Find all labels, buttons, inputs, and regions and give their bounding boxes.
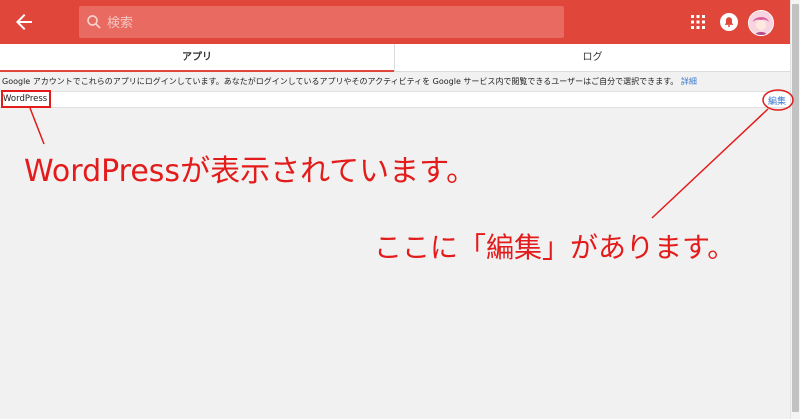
annotation-text: ここに「編集」があります。 [374,231,736,264]
scrollbar-thumb[interactable] [792,4,799,412]
apps-grid-icon[interactable] [688,12,708,32]
annotation-text: WordPressが表示されています。 [24,154,477,189]
list-item[interactable]: WordPress 編集 [0,91,790,108]
search-bar[interactable] [79,6,564,40]
app-header [0,0,790,44]
info-text: Google アカウントでこれらのアプリにログインしています。あなたがログインし… [2,76,788,90]
tab-bar: アプリ ログ [0,44,790,72]
search-input[interactable] [105,6,549,40]
edit-link[interactable]: 編集 [768,94,786,107]
info-description: Google アカウントでこれらのアプリにログインしています。あなたがログインし… [2,77,679,86]
annotation-highlight-box [1,90,51,108]
search-icon [85,13,103,31]
back-arrow-icon[interactable] [12,10,36,34]
user-avatar[interactable] [748,10,774,36]
notification-bell-icon[interactable] [718,11,740,33]
annotation-pointer-line [29,107,45,145]
annotation-pointer-line [651,108,769,219]
tab-apps[interactable]: アプリ [0,44,394,72]
details-link[interactable]: 詳細 [681,77,697,86]
scrollbar[interactable] [790,0,800,419]
tab-logs[interactable]: ログ [394,44,790,72]
